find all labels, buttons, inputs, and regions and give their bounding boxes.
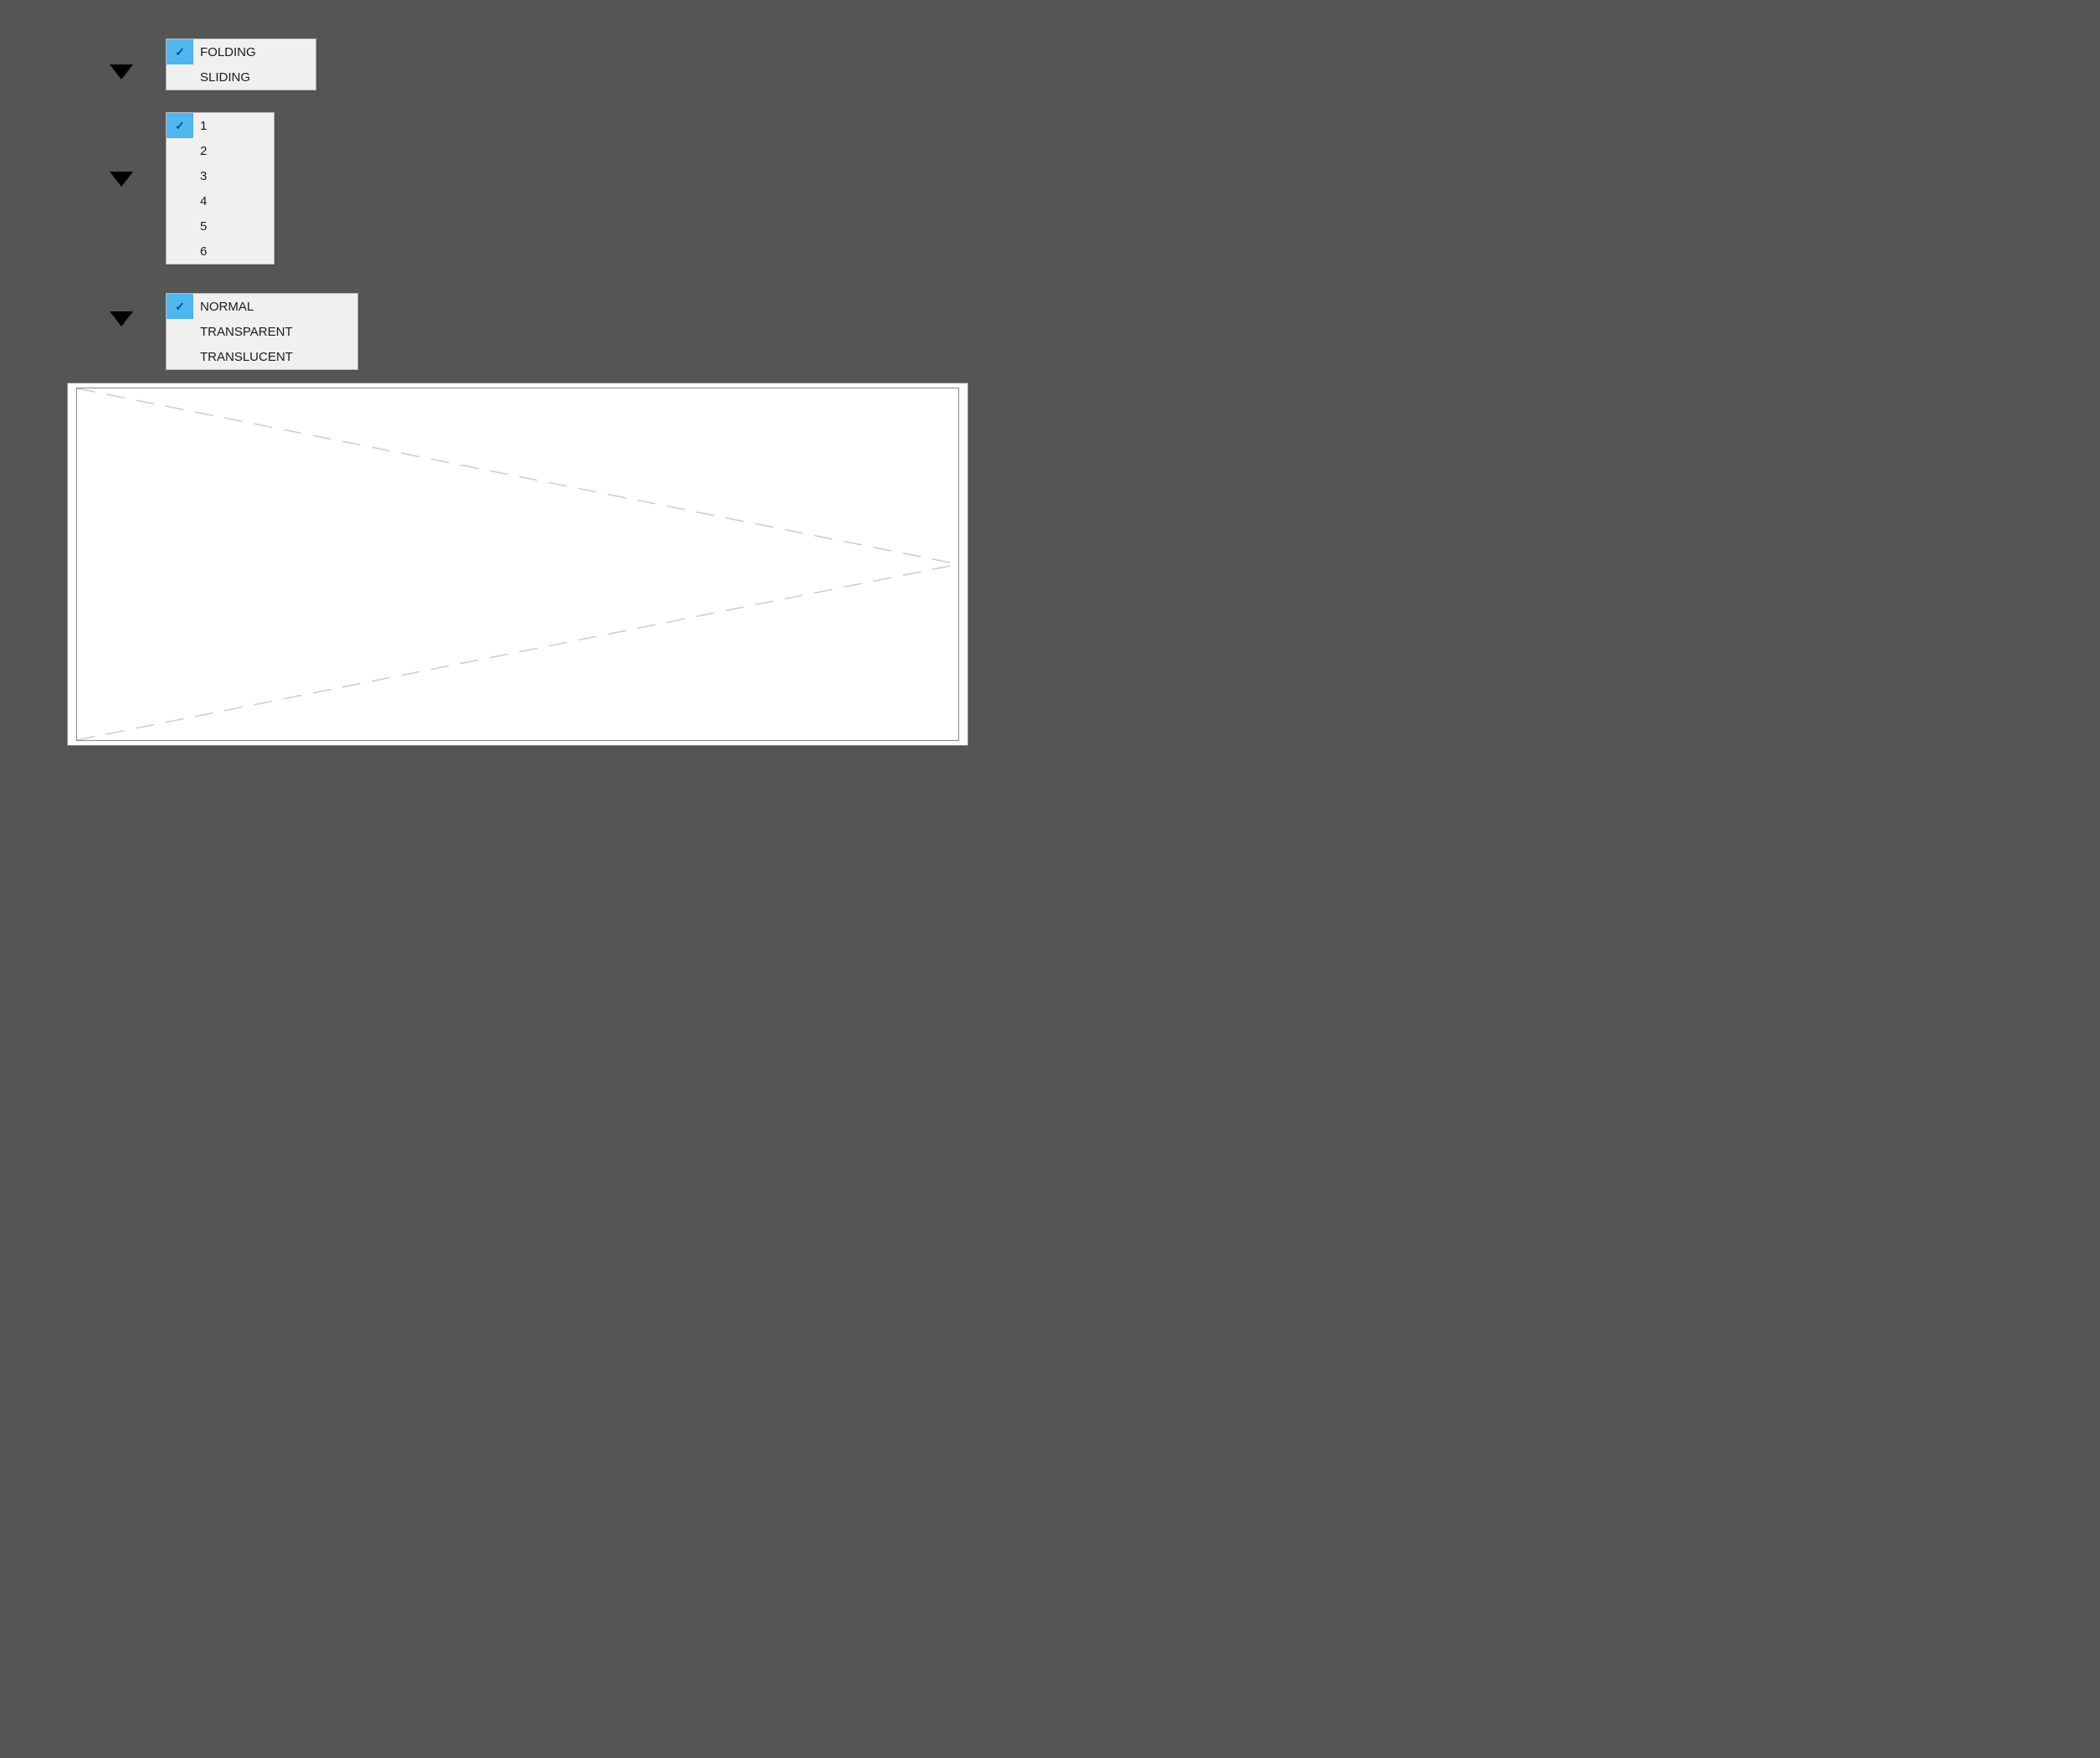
panel-count-menu: ✓ 1 ✓ 2 ✓ 3 ✓ 4 ✓ 5 ✓ 6 bbox=[166, 112, 275, 265]
panel-count-dropdown-trigger[interactable] bbox=[110, 172, 133, 187]
door-type-dropdown-trigger[interactable] bbox=[110, 64, 133, 80]
menu-item-label: 4 bbox=[193, 194, 220, 208]
preview-inner bbox=[76, 388, 959, 741]
preview-panel bbox=[67, 383, 968, 746]
menu-item-sliding[interactable]: ✓ SLIDING bbox=[167, 64, 316, 90]
glass-type-menu: ✓ NORMAL ✓ TRANSPARENT ✓ TRANSLUCENT bbox=[166, 293, 358, 370]
menu-item-label: 3 bbox=[193, 169, 220, 183]
menu-item-5[interactable]: ✓ 5 bbox=[167, 213, 274, 239]
menu-item-1[interactable]: ✓ 1 bbox=[167, 113, 274, 138]
checkmark-icon: ✓ bbox=[167, 163, 193, 188]
menu-item-label: 5 bbox=[193, 219, 220, 234]
checkmark-icon: ✓ bbox=[167, 319, 193, 344]
checkmark-icon: ✓ bbox=[167, 138, 193, 163]
checkmark-icon: ✓ bbox=[167, 64, 193, 90]
checkmark-icon: ✓ bbox=[167, 39, 193, 64]
menu-item-translucent[interactable]: ✓ TRANSLUCENT bbox=[167, 344, 357, 369]
checkmark-icon: ✓ bbox=[167, 294, 193, 319]
menu-item-6[interactable]: ✓ 6 bbox=[167, 239, 274, 264]
menu-item-label: FOLDING bbox=[193, 45, 270, 59]
menu-item-2[interactable]: ✓ 2 bbox=[167, 138, 274, 163]
checkmark-icon: ✓ bbox=[167, 113, 193, 138]
menu-item-label: SLIDING bbox=[193, 70, 264, 85]
checkmark-icon: ✓ bbox=[167, 188, 193, 213]
menu-item-label: TRANSLUCENT bbox=[193, 350, 306, 364]
door-type-menu: ✓ FOLDING ✓ SLIDING bbox=[166, 39, 316, 90]
menu-item-label: TRANSPARENT bbox=[193, 325, 306, 339]
checkmark-icon: ✓ bbox=[167, 344, 193, 369]
door-preview-svg bbox=[77, 388, 958, 740]
menu-item-4[interactable]: ✓ 4 bbox=[167, 188, 274, 213]
menu-item-label: 2 bbox=[193, 144, 220, 158]
menu-item-folding[interactable]: ✓ FOLDING bbox=[167, 39, 316, 64]
glass-type-dropdown-trigger[interactable] bbox=[110, 311, 133, 326]
checkmark-icon: ✓ bbox=[167, 213, 193, 239]
menu-item-label: 1 bbox=[193, 119, 220, 133]
menu-item-transparent[interactable]: ✓ TRANSPARENT bbox=[167, 319, 357, 344]
checkmark-icon: ✓ bbox=[167, 239, 193, 264]
swing-line-bottom bbox=[77, 564, 958, 740]
menu-item-label: NORMAL bbox=[193, 300, 267, 314]
swing-line-top bbox=[77, 388, 958, 564]
menu-item-label: 6 bbox=[193, 244, 220, 259]
menu-item-3[interactable]: ✓ 3 bbox=[167, 163, 274, 188]
menu-item-normal[interactable]: ✓ NORMAL bbox=[167, 294, 357, 319]
